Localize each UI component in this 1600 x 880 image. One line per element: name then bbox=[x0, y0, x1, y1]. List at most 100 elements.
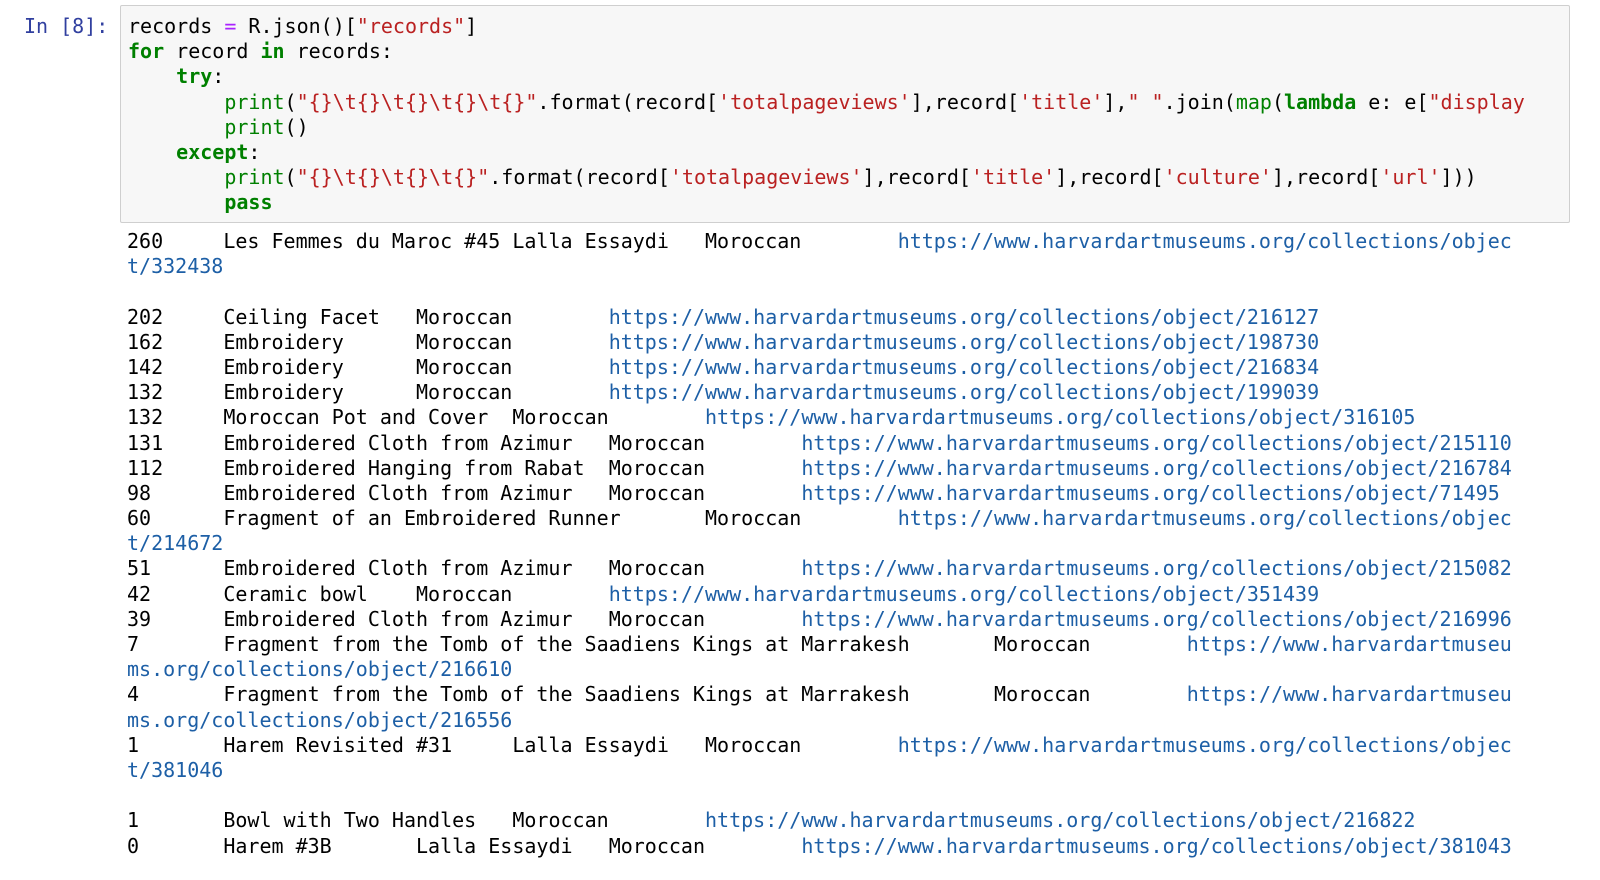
record-culture: Moroccan bbox=[608, 606, 706, 631]
code-line-7: print("{}\t{}\t{}\t{}".format(record['to… bbox=[224, 165, 1477, 190]
pageviews-value: 202 bbox=[127, 304, 164, 329]
record-url[interactable]: https://www.harvardartmuseums.org/collec… bbox=[705, 808, 1415, 833]
record-culture: Moroccan bbox=[416, 581, 513, 606]
output-line: 42 Ceramic bowl Moroccan https://www.harvar… bbox=[127, 582, 1567, 607]
record-url[interactable]: https://www.harvardartmuseums.org/collec… bbox=[609, 330, 1319, 355]
record-culture: Moroccan bbox=[705, 506, 802, 531]
record-culture: Moroccan bbox=[608, 556, 706, 581]
record-url[interactable]: https://www.harvardartmuseums.org/collec… bbox=[801, 456, 1511, 481]
record-url-continuation[interactable]: ms.org/collections/object/216556 bbox=[127, 708, 512, 733]
pageviews-value: 132 bbox=[127, 380, 164, 405]
code-line-4: print("{}\t{}\t{}\t{}\t{}".format(record… bbox=[224, 89, 1525, 114]
output-line: 132 Embroidery Moroccan https://www.harvard… bbox=[127, 380, 1567, 405]
output-line: 142 Embroidery Moroccan https://www.harvard… bbox=[127, 355, 1567, 380]
record-url[interactable]: https://www.harvardartmuseums.org/collec… bbox=[898, 229, 1512, 254]
output-line: 162 Embroidery Moroccan https://www.harvard… bbox=[127, 330, 1567, 355]
record-title: Embroidery bbox=[223, 354, 344, 379]
code-line-5: print() bbox=[224, 114, 309, 139]
record-title: Embroidered Cloth from Azimur bbox=[223, 556, 573, 581]
record-url[interactable]: https://www.harvardartmuseums.org/collec… bbox=[801, 834, 1511, 859]
record-url[interactable]: https://www.harvardartmuseums.org/collec… bbox=[801, 556, 1511, 581]
record-url[interactable]: https://www.harvardartmuseums.org/collec… bbox=[801, 607, 1511, 632]
output-line: 1 Harem Revisited #31 Lalla Essaydi Morocca… bbox=[127, 733, 1567, 758]
output-line: 0 Harem #3B Lalla Essaydi Moroccan https://w… bbox=[127, 834, 1567, 859]
record-culture: Moroccan bbox=[608, 430, 706, 455]
pageviews-value: 4 bbox=[127, 682, 140, 707]
input-prompt: In [8]: bbox=[24, 14, 109, 38]
pageviews-value: 162 bbox=[127, 329, 164, 354]
output-line: 260 Les Femmes du Maroc #45 Lalla Essaydi M… bbox=[127, 229, 1567, 254]
record-title: Embroidery bbox=[223, 380, 344, 405]
record-title: Harem #3B bbox=[223, 833, 332, 858]
record-url-continuation[interactable]: t/214672 bbox=[127, 531, 223, 556]
output-line-wrap: t/332438 bbox=[127, 254, 1567, 279]
record-culture: Moroccan bbox=[416, 354, 513, 379]
pageviews-value: 39 bbox=[127, 606, 152, 631]
record-culture: Moroccan bbox=[705, 229, 802, 253]
output-line: 4 Fragment from the Tomb of the Saadiens … bbox=[127, 682, 1567, 707]
pageviews-value: 112 bbox=[127, 455, 164, 480]
pageviews-value: 1 bbox=[127, 808, 140, 833]
record-title: Embroidered Cloth from Azimur bbox=[223, 606, 573, 631]
record-title: Les Femmes du Maroc #45 bbox=[223, 229, 501, 253]
record-title: Fragment of an Embroidered Runner bbox=[223, 506, 621, 531]
record-culture: Moroccan bbox=[416, 304, 513, 329]
output-line-wrap: ms.org/collections/object/216610 bbox=[127, 657, 1567, 682]
code-line-2: for record in records: bbox=[128, 39, 393, 64]
record-url[interactable]: https://www.harvardartmuseums.org/collec… bbox=[609, 380, 1319, 405]
record-culture: Moroccan bbox=[416, 380, 513, 405]
record-url[interactable]: https://www.harvardartmuseums.org/collec… bbox=[898, 733, 1512, 758]
record-url[interactable]: https://www.harvardartmuseums.org/collec… bbox=[801, 481, 1499, 506]
record-artist: Lalla Essaydi bbox=[416, 833, 573, 858]
record-title: Embroidery bbox=[223, 329, 344, 354]
record-url[interactable]: https://www.harvardartmuseums.org/collec… bbox=[609, 305, 1319, 330]
record-url[interactable]: https://www.harvardartmuseums.org/collec… bbox=[705, 405, 1415, 430]
output-line: 112 Embroidered Hanging from Rabat Morocca… bbox=[127, 456, 1567, 481]
pageviews-value: 142 bbox=[127, 354, 164, 379]
record-title: Moroccan Pot and Cover bbox=[223, 405, 489, 430]
code-line-1: records = R.json()["records"] bbox=[128, 14, 478, 38]
pageviews-value: 132 bbox=[127, 405, 164, 430]
code-lines: records = R.json()["records"] for record… bbox=[128, 14, 1525, 216]
record-culture: Moroccan bbox=[994, 682, 1091, 707]
pageviews-value: 7 bbox=[127, 632, 140, 656]
output-line: 202 Ceiling Facet Moroccan https://www.harv… bbox=[127, 305, 1567, 330]
pageviews-value: 1 bbox=[127, 732, 140, 757]
record-url-continuation[interactable]: t/381046 bbox=[127, 758, 223, 783]
output-line: 131 Embroidered Cloth from Azimur Moroccan… bbox=[127, 431, 1567, 456]
output-line-wrap: t/381046 bbox=[127, 758, 1567, 783]
output-line: 51 Embroidered Cloth from Azimur Moroccan h… bbox=[127, 556, 1567, 581]
output-line-wrap: t/214672 bbox=[127, 531, 1567, 556]
code-line-3: try: bbox=[176, 64, 225, 89]
pageviews-value: 51 bbox=[127, 556, 152, 581]
pageviews-value: 98 bbox=[127, 480, 152, 505]
record-culture: Moroccan bbox=[608, 480, 706, 505]
record-url[interactable]: https://www.harvardartmuseu bbox=[1187, 682, 1512, 707]
record-title: Fragment from the Tomb of the Saadiens K… bbox=[223, 682, 910, 707]
output-line-wrap: ms.org/collections/object/216556 bbox=[127, 708, 1567, 733]
record-title: Embroidered Hanging from Rabat bbox=[223, 455, 585, 480]
record-url[interactable]: https://www.harvardartmuseums.org/collec… bbox=[898, 506, 1512, 531]
cell-output: 260 Les Femmes du Maroc #45 Lalla Essaydi M… bbox=[127, 229, 1567, 859]
record-title: Embroidered Cloth from Azimur bbox=[223, 480, 573, 505]
code-input-area[interactable]: records = R.json()["records"] for record… bbox=[120, 5, 1570, 223]
record-title: Ceramic bowl bbox=[223, 581, 368, 606]
record-url[interactable]: https://www.harvardartmuseu bbox=[1187, 632, 1512, 657]
record-culture: Moroccan bbox=[416, 329, 513, 354]
record-url[interactable]: https://www.harvardartmuseums.org/collec… bbox=[609, 355, 1319, 380]
output-blank-line bbox=[127, 783, 1567, 808]
code-line-6: except: bbox=[176, 139, 261, 164]
record-url-continuation[interactable]: ms.org/collections/object/216610 bbox=[127, 657, 512, 682]
output-line: 98 Embroidered Cloth from Azimur Moroccan h… bbox=[127, 481, 1567, 506]
record-artist: Lalla Essaydi bbox=[512, 732, 669, 757]
record-culture: Moroccan bbox=[608, 833, 706, 858]
output-line: 1 Bowl with Two Handles Moroccan https://ww… bbox=[127, 808, 1567, 833]
record-culture: Moroccan bbox=[608, 455, 706, 480]
pageviews-value: 60 bbox=[127, 506, 152, 531]
record-title: Fragment from the Tomb of the Saadiens K… bbox=[223, 632, 910, 656]
record-url[interactable]: https://www.harvardartmuseums.org/collec… bbox=[801, 431, 1511, 456]
record-title: Ceiling Facet bbox=[223, 304, 380, 329]
record-culture: Moroccan bbox=[512, 808, 609, 833]
record-url-continuation[interactable]: t/332438 bbox=[127, 254, 223, 279]
record-url[interactable]: https://www.harvardartmuseums.org/collec… bbox=[609, 582, 1319, 607]
